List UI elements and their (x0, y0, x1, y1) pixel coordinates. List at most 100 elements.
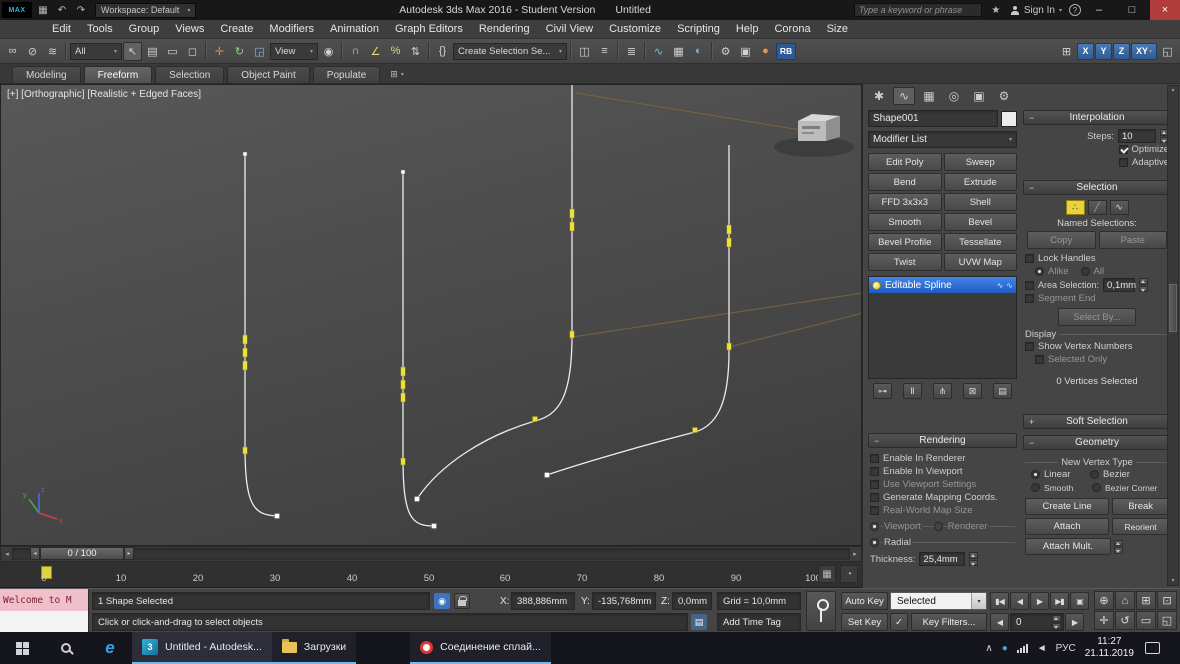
go-to-end-button[interactable]: ▶▮ (1050, 592, 1069, 610)
mirror-icon[interactable]: ◫ (575, 42, 594, 61)
x-coordinate-field[interactable]: 388,886mm (511, 592, 575, 610)
object-color-swatch[interactable] (1001, 111, 1017, 127)
tab-populate[interactable]: Populate (313, 66, 380, 83)
show-vertex-numbers-checkbox[interactable] (1025, 342, 1034, 351)
z-coordinate-field[interactable]: 0,0mm (672, 592, 712, 610)
align-icon[interactable]: ≡ (595, 42, 614, 61)
menu-customize[interactable]: Customize (601, 20, 669, 38)
material-editor-icon[interactable]: ◐ (689, 42, 708, 61)
named-selection-sets-icon[interactable]: {} (433, 42, 452, 61)
maximize-viewport-icon[interactable]: ◱ (1158, 42, 1177, 61)
thickness-spinner[interactable] (969, 552, 978, 566)
select-and-move-icon[interactable]: ✛ (210, 42, 229, 61)
add-time-tag-field[interactable]: Add Time Tag (717, 613, 801, 631)
help-icon[interactable]: ? (1069, 4, 1081, 16)
modifier-button-bevel[interactable]: Bevel (944, 213, 1018, 231)
unlink-icon[interactable]: ⊘ (23, 42, 42, 61)
taskbar-search-button[interactable] (44, 632, 88, 664)
menu-tools[interactable]: Tools (79, 20, 121, 38)
reorient-button[interactable]: Reorient (1112, 518, 1169, 535)
modifier-button-bevel-profile[interactable]: Bevel Profile (868, 233, 942, 251)
menu-corona[interactable]: Corona (766, 20, 818, 38)
menu-civil-view[interactable]: Civil View (538, 20, 601, 38)
rendered-frame-icon[interactable]: ▣ (736, 42, 755, 61)
modifier-button-ffd[interactable]: FFD 3x3x3 (868, 193, 942, 211)
maximize-viewport-toggle-icon[interactable]: ◱ (1157, 611, 1177, 630)
show-hidden-icons-button[interactable]: ∧ (985, 643, 992, 654)
key-filters-check-icon[interactable]: ✓ (890, 613, 908, 631)
menu-animation[interactable]: Animation (322, 20, 387, 38)
remove-modifier-icon[interactable]: ⊠ (963, 383, 982, 399)
modifier-button-extrude[interactable]: Extrude (944, 173, 1018, 191)
modifier-button-sweep[interactable]: Sweep (944, 153, 1018, 171)
steps-field[interactable]: 10 (1118, 129, 1156, 143)
select-by-button[interactable]: Select By... (1058, 308, 1136, 326)
named-selection-dropdown[interactable]: Create Selection Se... ▾ (453, 43, 567, 60)
window-crossing-icon[interactable]: ◻ (183, 42, 202, 61)
time-slider-track[interactable]: ◂ 0 / 100 ▸ (12, 548, 850, 560)
zoom-all-icon[interactable]: ⊞ (1136, 591, 1156, 610)
reference-coordinate-dropdown[interactable]: View ▾ (270, 43, 318, 60)
app-logo-icon[interactable]: MAX (2, 2, 32, 18)
spline-2[interactable] (403, 173, 434, 526)
viewport[interactable]: [+] [Orthographic] [Realistic + Edged Fa… (0, 84, 862, 546)
snaps-toggle-icon[interactable]: ∩ (346, 42, 365, 61)
volume-icon[interactable]: ◄ (1037, 643, 1047, 654)
viewport-label[interactable]: [+] [Orthographic] [Realistic + Edged Fa… (7, 89, 201, 100)
select-and-rotate-icon[interactable]: ↻ (230, 42, 249, 61)
zoom-extents-icon[interactable]: ⌂ (1115, 591, 1135, 610)
scene-box-object[interactable] (774, 114, 854, 157)
prompt-history-icon[interactable]: ▤ (691, 614, 707, 630)
minimize-button[interactable]: – (1084, 0, 1114, 20)
scrollbar-thumb[interactable] (1169, 284, 1177, 332)
curve-editor-icon[interactable]: ∿ (649, 42, 668, 61)
pan-icon[interactable]: ✛ (1094, 611, 1114, 630)
render-production-icon[interactable]: ● (756, 42, 775, 61)
enable-in-viewport-checkbox[interactable] (870, 467, 879, 476)
redo-icon[interactable]: ↷ (73, 3, 89, 18)
bezier-radio[interactable] (1090, 470, 1099, 479)
taskbar-item-3dsmax[interactable]: 3 Untitled - Autodesk... (132, 632, 272, 664)
object-name-field[interactable]: Shape001 (868, 110, 998, 127)
frame-indicator[interactable]: 0 / 100 (40, 547, 124, 560)
previous-frame-button[interactable]: ◂ (30, 547, 40, 560)
undo-icon[interactable]: ↶ (54, 3, 70, 18)
y-coordinate-field[interactable]: -135,768mm (592, 592, 656, 610)
scroll-up-icon[interactable]: ▾ (1168, 87, 1178, 94)
tab-selection[interactable]: Selection (155, 66, 224, 83)
smooth-radio[interactable] (1031, 483, 1040, 492)
field-of-view-icon[interactable]: ▭ (1136, 611, 1156, 630)
menu-graph-editors[interactable]: Graph Editors (387, 20, 471, 38)
rectangular-region-icon[interactable]: ▭ (163, 42, 182, 61)
bluetooth-icon[interactable]: ● (1002, 643, 1008, 654)
display-tab-icon[interactable]: ▣ (968, 87, 990, 105)
selected-only-checkbox[interactable] (1035, 355, 1044, 364)
tab-modeling[interactable]: Modeling (12, 66, 81, 83)
modify-tab-icon[interactable]: ∿ (893, 87, 915, 105)
endpoint-markers[interactable] (243, 152, 550, 529)
menu-create[interactable]: Create (212, 20, 261, 38)
workspace-dropdown[interactable]: Workspace: Default ▾ (95, 3, 196, 18)
vertex-subobject-icon[interactable]: ∴ (1066, 200, 1085, 215)
transform-gizmo-icon[interactable]: ⊞ (1057, 42, 1076, 61)
edge-browser-icon[interactable]: e (88, 632, 132, 664)
taskbar-item-browser[interactable]: Соединение сплай... (410, 632, 551, 664)
network-icon[interactable] (1017, 643, 1028, 653)
selection-lock-icon[interactable] (454, 593, 470, 609)
rendering-rollout-header[interactable]: − Rendering (868, 433, 1017, 448)
corona-rb-icon[interactable]: RB (776, 43, 796, 60)
taskbar-clock[interactable]: 11:27 21.11.2019 (1085, 636, 1134, 660)
current-frame-field[interactable]: 0 (1010, 613, 1064, 631)
select-by-name-icon[interactable]: ▤ (143, 42, 162, 61)
lock-handles-checkbox[interactable] (1025, 254, 1034, 263)
use-pivot-center-icon[interactable]: ◉ (319, 42, 338, 61)
help-search-input[interactable]: Type a keyword or phrase (854, 3, 982, 17)
real-world-map-size-checkbox[interactable] (870, 506, 879, 515)
axis-z-button[interactable]: Z (1113, 43, 1130, 60)
listener-pink-line[interactable]: Welcome to M (0, 589, 88, 611)
maxscript-mini-listener[interactable]: Welcome to M (0, 589, 89, 633)
geometry-rollout-header[interactable]: − Geometry (1023, 435, 1171, 450)
pin-stack-icon[interactable]: ⊶ (873, 383, 892, 399)
orbit-icon[interactable]: ↺ (1115, 611, 1135, 630)
angle-snap-icon[interactable]: ∠ (366, 42, 385, 61)
